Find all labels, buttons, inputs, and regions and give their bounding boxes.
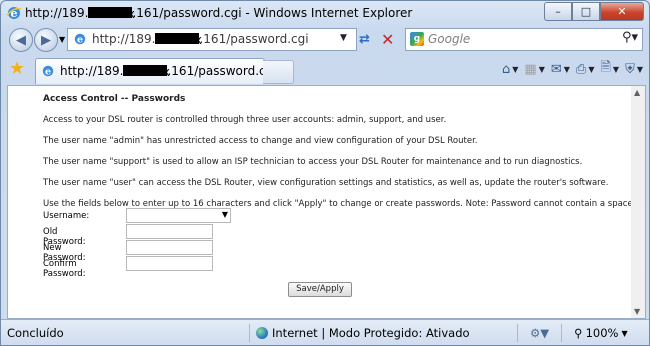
zoom-icon: ⚲ [574, 326, 583, 340]
chevron-down-icon: ▼ [538, 64, 545, 74]
window-title-prefix: http://189. [25, 6, 89, 20]
back-arrow-icon: ◀ [16, 32, 26, 48]
redacted-block: xxx.xxx [123, 65, 170, 79]
chevron-down-icon: ▼ [636, 64, 643, 74]
chevron-down-icon: ▼ [563, 64, 570, 74]
search-icon[interactable]: ⚲▾ [622, 30, 638, 45]
redacted-block: xxx.xxx [88, 7, 135, 21]
address-bar[interactable]: e http://189.xxx.xxx.161/password.cgi ▼ [67, 28, 357, 51]
redacted-block: xxx.xxx [155, 33, 202, 47]
tab-title: http://189.xxx.xxx.161/password.cgi [60, 64, 277, 79]
printer-icon: ⎙ [575, 61, 587, 77]
refresh-icon[interactable]: ⇄ [359, 32, 370, 47]
paragraph-user: The user name "user" can access the DSL … [43, 178, 609, 188]
confirm-password-field[interactable] [126, 256, 213, 271]
print-button[interactable]: ⎙ ▼ [576, 60, 595, 78]
tab-password-cgi[interactable]: e http://189.xxx.xxx.161/password.cgi [35, 58, 277, 84]
status-text: Concluído [7, 326, 64, 340]
svg-text:e: e [45, 67, 51, 78]
close-button[interactable]: ✕ [600, 2, 644, 21]
tab-bar: ★ e http://189.xxx.xxx.161/password.cgi … [1, 56, 649, 84]
zoom-level: 100% [585, 326, 619, 340]
window-title-suffix: .161/password.cgi - Windows Internet Exp… [132, 6, 413, 20]
scroll-down-icon[interactable]: ▼ [634, 307, 640, 316]
search-placeholder: Google [428, 32, 471, 46]
safety-menu-button[interactable]: ⛨ ▼ [625, 60, 643, 78]
url-prefix: http://189. [92, 32, 156, 46]
status-bar: Concluído Internet | Modo Protegido: Ati… [1, 319, 649, 345]
home-icon: ⌂ [501, 61, 511, 77]
chevron-down-icon: ▼ [588, 64, 595, 74]
minimize-button[interactable]: – [544, 2, 572, 21]
old-password-field[interactable] [126, 224, 213, 239]
new-tab-button[interactable] [263, 60, 294, 84]
tab-url-prefix: http://189. [60, 64, 124, 78]
window-controls: – □ ✕ [544, 2, 644, 21]
page-menu-button[interactable]: 🗎 ▼ [600, 60, 619, 78]
chevron-down-icon: ▼ [621, 328, 628, 338]
page-icon: 🗎 [600, 60, 611, 75]
protected-mode-icon[interactable]: ⚙▼ [530, 326, 549, 340]
new-password-field[interactable] [126, 240, 213, 255]
address-dropdown-icon[interactable]: ▼ [340, 33, 347, 43]
save-apply-button[interactable]: Save/Apply [288, 282, 352, 297]
back-button[interactable]: ◀ [9, 28, 33, 52]
google-icon: g [410, 32, 424, 46]
username-label: Username: [43, 211, 90, 221]
maximize-button[interactable]: □ [572, 2, 600, 21]
router-page: Access Control -- Passwords Access to yo… [43, 94, 635, 220]
browser-window: e http://189.xxx.xxx.161/password.cgi - … [0, 0, 650, 346]
username-select[interactable]: ▼ [126, 208, 231, 223]
paragraph-support: The user name "support" is used to allow… [43, 157, 583, 167]
chevron-down-icon: ▼ [221, 210, 228, 219]
page-icon: e [74, 33, 86, 46]
paragraph-admin: The user name "admin" has unrestricted a… [43, 136, 478, 146]
svg-text:e: e [77, 35, 83, 46]
zone-text: Internet | Modo Protegido: Ativado [272, 326, 470, 340]
status-icons: ⚙▼ ⚲ 100% ▼ [517, 324, 628, 342]
command-bar: ⌂ ▼ ▦ ▼ ✉ ▼ ⎙ ▼ 🗎 ▼ ⛨ ▼ [502, 60, 643, 78]
stop-icon[interactable]: ✕ [381, 30, 394, 49]
mail-icon: ✉ [550, 61, 562, 77]
title-bar: e http://189.xxx.xxx.161/password.cgi - … [1, 1, 649, 25]
chevron-down-icon: ▼ [612, 64, 620, 74]
divider [561, 324, 563, 342]
forward-button[interactable]: ▶ [34, 28, 58, 52]
window-title: http://189.xxx.xxx.161/password.cgi - Wi… [25, 6, 413, 21]
page-content: Access Control -- Passwords Access to yo… [7, 85, 635, 319]
page-title: Access Control -- Passwords [43, 94, 186, 104]
chevron-down-icon: ▼ [512, 64, 519, 74]
address-url[interactable]: http://189.xxx.xxx.161/password.cgi [92, 32, 309, 47]
globe-icon [256, 327, 268, 339]
url-suffix: .161/password.cgi [199, 32, 309, 46]
paragraph-accounts: Access to your DSL router is controlled … [43, 115, 447, 125]
security-zone[interactable]: Internet | Modo Protegido: Ativado [249, 324, 470, 342]
tab-url-suffix: .161/password.cgi [167, 64, 277, 78]
confirm-password-label: Confirm Password: [43, 259, 86, 279]
zoom-control[interactable]: ⚲ 100% ▼ [574, 326, 627, 340]
vertical-scrollbar[interactable]: ▲ ▼ [631, 85, 646, 319]
home-button[interactable]: ⌂ ▼ [502, 60, 518, 78]
search-box[interactable]: g Google ⚲▾ [405, 28, 643, 51]
tab-page-icon: e [42, 65, 54, 78]
internet-explorer-icon: e [6, 7, 22, 20]
navigation-bar: ◀ ▶ ▼ e http://189.xxx.xxx.161/password.… [1, 26, 649, 54]
feeds-button[interactable]: ▦ ▼ [524, 60, 544, 78]
shield-icon: ⛨ [625, 61, 635, 77]
divider [517, 324, 518, 342]
rss-feed-icon: ▦ [524, 61, 537, 77]
scroll-up-icon[interactable]: ▲ [634, 88, 640, 97]
history-dropdown-icon[interactable]: ▼ [59, 35, 65, 44]
favorites-star-icon[interactable]: ★ [9, 58, 25, 79]
mail-button[interactable]: ✉ ▼ [551, 60, 570, 78]
forward-arrow-icon: ▶ [41, 32, 51, 48]
